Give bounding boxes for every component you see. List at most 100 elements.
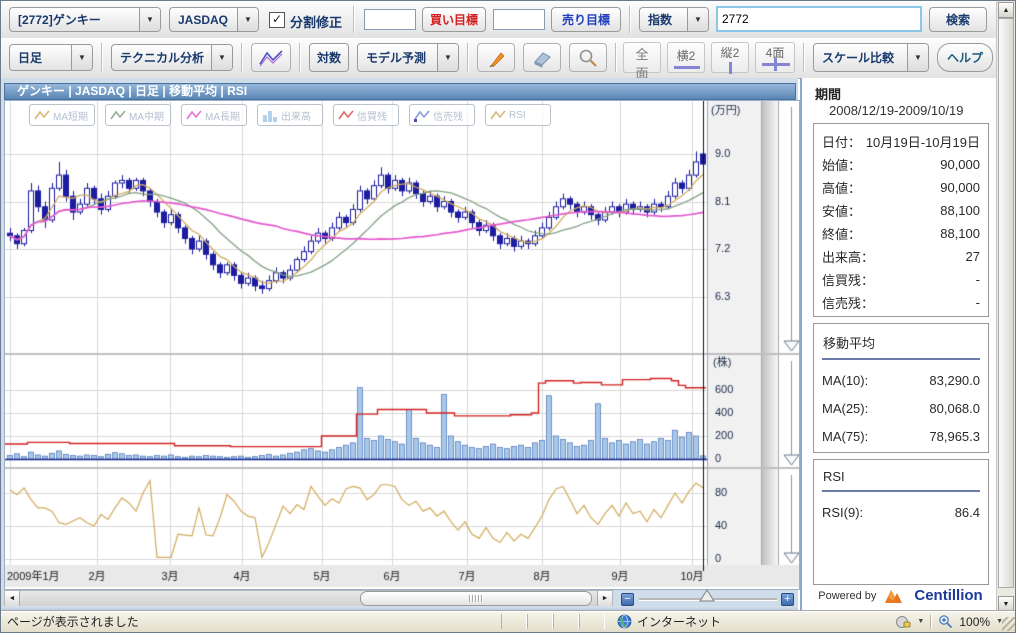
rsi-row-value: 86.4 bbox=[955, 505, 980, 520]
quote-row-label: 終値： bbox=[822, 224, 861, 243]
quote-row-value: 88,100 bbox=[940, 226, 980, 241]
layout-4-cross-icon bbox=[762, 62, 790, 72]
quote-row: 終値： 88,100 bbox=[822, 222, 980, 245]
period-combo[interactable]: 日足 ▼ bbox=[9, 44, 93, 71]
buy-target-input[interactable] bbox=[364, 9, 416, 30]
legend-label: 信売残 bbox=[433, 108, 463, 123]
legend-label: MA中期 bbox=[129, 108, 164, 123]
scroll-right-button[interactable]: ► bbox=[597, 591, 612, 606]
zoom-level-value[interactable]: 100% bbox=[959, 615, 990, 629]
draw-pencil-button[interactable] bbox=[477, 43, 515, 72]
period-value: 2008/12/19-2009/10/19 bbox=[829, 103, 963, 118]
zoom-tool-button[interactable] bbox=[569, 43, 607, 72]
margin-buy-line-icon bbox=[338, 109, 354, 122]
sell-target-input[interactable] bbox=[493, 9, 545, 30]
layout-horizontal2-button[interactable]: 横2 bbox=[667, 42, 705, 73]
page-vertical-scrollbar[interactable]: ▲ ▼ bbox=[996, 1, 1015, 613]
protected-mode-icon[interactable] bbox=[895, 615, 911, 629]
line-chart-button[interactable] bbox=[251, 43, 291, 72]
quote-box: 日付：10月19日-10月19日始値：90,000高値：90,000安値：88,… bbox=[813, 123, 989, 317]
market-combo[interactable]: JASDAQ ▼ bbox=[169, 7, 259, 32]
quote-row-value: 10月19日-10月19日 bbox=[866, 132, 980, 151]
chevron-down-icon[interactable]: ▼ bbox=[237, 8, 258, 31]
symbol-combo[interactable]: [2772]ゲンキー ▼ bbox=[9, 7, 161, 32]
chart-canvas[interactable] bbox=[4, 100, 800, 590]
quote-row: 信売残：- bbox=[822, 291, 980, 314]
chevron-down-icon[interactable]: ▼ bbox=[437, 44, 458, 71]
search-button[interactable]: 検索 bbox=[929, 7, 987, 32]
scrollbar-thumb[interactable] bbox=[998, 18, 1014, 588]
chart-title-bar: ゲンキー | JASDAQ | 日足 | 移動平均 | RSI bbox=[4, 83, 796, 100]
ma-row-value: 80,068.0 bbox=[929, 401, 980, 416]
chevron-down-icon[interactable]: ▼ bbox=[139, 8, 160, 31]
layout-vertical2-button[interactable]: 縦2 bbox=[711, 42, 749, 73]
toolbar-divider bbox=[467, 43, 469, 72]
toolbar-divider bbox=[615, 43, 617, 72]
toolbar-divider bbox=[803, 43, 805, 72]
quote-row-value: 90,000 bbox=[940, 180, 980, 195]
toolbar-divider bbox=[299, 43, 301, 72]
scale-compare-combo[interactable]: スケール比較 ▼ bbox=[813, 43, 929, 72]
legend-label: 出来高 bbox=[281, 108, 311, 123]
zoom-out-button[interactable]: − bbox=[621, 593, 634, 606]
ma-row: MA(75):78,965.3 bbox=[822, 422, 980, 450]
technical-analysis-combo[interactable]: テクニカル分析 ▼ bbox=[111, 44, 233, 71]
sell-target-button[interactable]: 売り目標 bbox=[551, 7, 621, 32]
model-forecast-combo[interactable]: モデル予測 ▼ bbox=[357, 43, 459, 72]
scroll-left-button[interactable]: ◄ bbox=[5, 591, 20, 606]
rsi-row: RSI(9):86.4 bbox=[822, 498, 980, 526]
chevron-down-icon[interactable]: ▼ bbox=[211, 45, 232, 70]
toolbar-chart: 日足 ▼ テクニカル分析 ▼ 対数 モデル予測 ▼ bbox=[1, 38, 999, 79]
statusbar-divider bbox=[930, 615, 932, 629]
scrollbar-thumb[interactable] bbox=[360, 591, 592, 606]
quote-row: 高値：90,000 bbox=[822, 176, 980, 199]
symbol-combo-label: [2772]ゲンキー bbox=[10, 8, 139, 31]
zoom-in-button[interactable]: + bbox=[781, 593, 794, 606]
legend-label: RSI bbox=[509, 110, 526, 121]
layout-v2-line-icon bbox=[729, 62, 732, 74]
legend-ma-mid-button[interactable]: MA中期 bbox=[105, 104, 171, 126]
pencil-icon bbox=[485, 47, 507, 69]
ma-row: MA(10):83,290.0 bbox=[822, 366, 980, 394]
resize-grip-icon[interactable] bbox=[1002, 617, 1016, 631]
legend-volume-button[interactable]: 出来高 bbox=[257, 104, 323, 126]
scroll-up-button[interactable]: ▲ bbox=[998, 2, 1014, 18]
moving-average-title: 移動平均 bbox=[822, 330, 980, 358]
split-adjust-checkbox[interactable]: ✓ bbox=[269, 12, 285, 28]
rsi-line-icon bbox=[490, 109, 506, 122]
help-button[interactable]: ヘルプ bbox=[937, 43, 993, 72]
quote-row: 始値：90,000 bbox=[822, 153, 980, 176]
legend-ma-long-button[interactable]: MA長期 bbox=[181, 104, 247, 126]
zoom-level-icon[interactable] bbox=[938, 614, 953, 629]
zoom-slider-thumb[interactable] bbox=[699, 589, 715, 602]
section-rule bbox=[822, 358, 980, 360]
legend-rsi-button[interactable]: RSI bbox=[485, 104, 551, 126]
rsi-title: RSI bbox=[822, 466, 980, 490]
powered-by-row: Powered by Centillion bbox=[802, 587, 999, 604]
thumb-grip bbox=[472, 595, 474, 602]
ma-row-label: MA(75): bbox=[822, 429, 868, 444]
buy-target-button[interactable]: 買い目標 bbox=[422, 7, 486, 32]
index-combo[interactable]: 指数 ▼ bbox=[639, 7, 709, 32]
log-scale-button[interactable]: 対数 bbox=[309, 43, 349, 72]
ma-long-line-icon bbox=[186, 109, 202, 122]
toolbar-divider bbox=[353, 6, 355, 33]
thumb-grip bbox=[469, 595, 471, 602]
line-chart-icon bbox=[258, 48, 284, 68]
up-arrow-icon: ▲ bbox=[1003, 7, 1010, 14]
chevron-down-icon[interactable]: ▼ bbox=[71, 45, 92, 70]
legend-margin-buy-button[interactable]: 信買残 bbox=[333, 104, 399, 126]
layout-full-button[interactable]: 全面 bbox=[623, 42, 661, 73]
layout-4-vline bbox=[774, 58, 777, 71]
chevron-down-icon[interactable]: ▼ bbox=[907, 44, 928, 71]
chevron-down-icon[interactable]: ▼ bbox=[917, 618, 924, 625]
chevron-down-icon[interactable]: ▼ bbox=[687, 8, 708, 31]
legend-ma-short-button[interactable]: MA短期 bbox=[29, 104, 95, 126]
search-input[interactable] bbox=[716, 6, 922, 32]
legend-margin-sell-button[interactable]: 信売残 bbox=[409, 104, 475, 126]
left-arrow-icon: ◄ bbox=[9, 595, 16, 602]
layout-quad-button[interactable]: 4面 bbox=[755, 42, 795, 73]
chart-horizontal-scrollbar[interactable]: ◄ ► bbox=[4, 590, 613, 607]
eraser-button[interactable] bbox=[523, 43, 561, 72]
quote-row: 出来高：27 bbox=[822, 245, 980, 268]
